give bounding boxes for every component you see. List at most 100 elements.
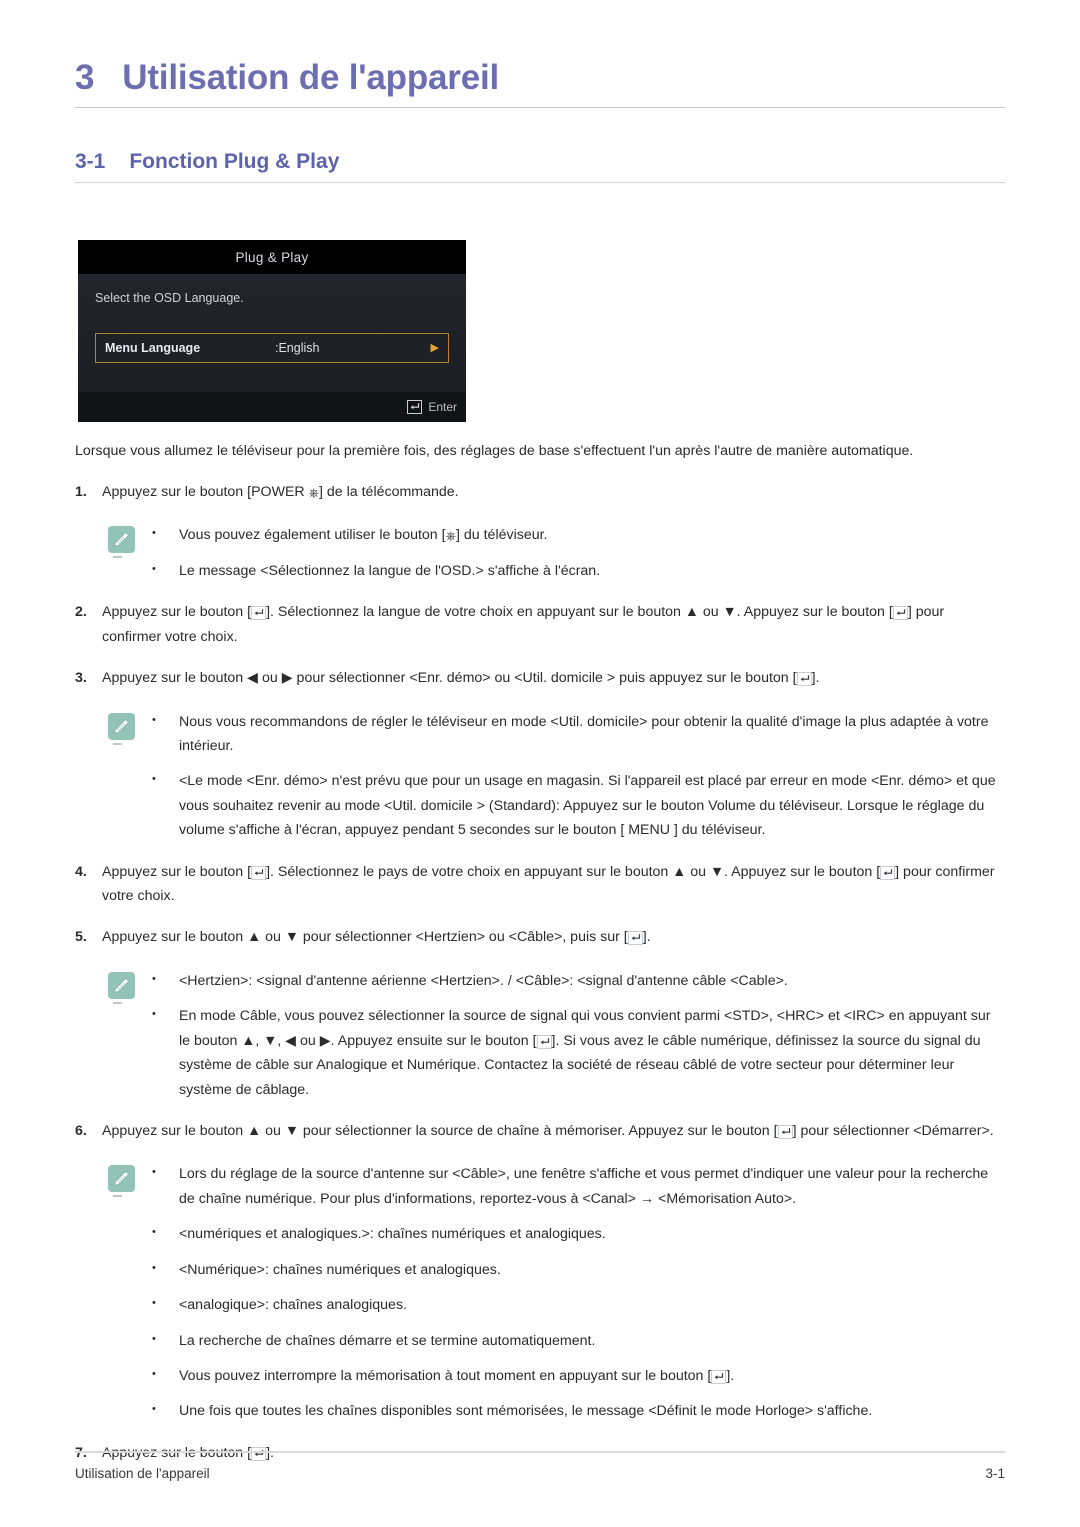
list-item: • Une fois que toutes les chaînes dispon…: [152, 1399, 1005, 1423]
bullet-dot-icon: •: [152, 1403, 156, 1416]
list-item: • <analogique>: chaînes analogiques.: [152, 1293, 1005, 1317]
bullet-text: Lors du réglage de la source d'antenne s…: [179, 1166, 989, 1207]
right-triangle-icon: ▶: [430, 341, 439, 354]
section-title-text: Fonction Plug & Play: [129, 150, 340, 173]
bullet-text: La recherche de chaînes démarre et se te…: [179, 1332, 596, 1349]
step-number: 1.: [75, 484, 87, 500]
step-3: 3. Appuyez sur le bouton ◀ ou ▶ pour sél…: [75, 666, 1005, 690]
footer-section-label: Utilisation de l'appareil: [75, 1466, 210, 1481]
bullet-text: Nous vous recommandons de régler le télé…: [179, 713, 989, 754]
note-block-2: • Nous vous recommandons de régler le té…: [108, 710, 1005, 843]
bullet-text: En mode Câble, vous pouvez sélectionner …: [179, 1008, 991, 1098]
osd-row-value: :English: [275, 341, 320, 355]
step-text: Appuyez sur le bouton ◀ ou ▶ pour sélect…: [102, 670, 820, 687]
list-item: • <Numérique>: chaînes numériques et ana…: [152, 1258, 1005, 1282]
step-text: Appuyez sur le bouton []. Sélectionnez l…: [102, 863, 995, 905]
page-title: Utilisation de l'appareil: [122, 58, 500, 97]
bullet-dot-icon: •: [152, 562, 156, 575]
bullet-dot-icon: •: [152, 773, 156, 786]
chapter-heading: 3 Utilisation de l'appareil: [75, 0, 1005, 98]
list-item: • Vous pouvez interrompre la mémorisatio…: [152, 1364, 1005, 1388]
enter-key-icon: [627, 931, 643, 946]
enter-key-icon: [711, 1369, 727, 1384]
section-divider: [75, 182, 1005, 183]
bullet-dot-icon: •: [152, 1261, 156, 1274]
osd-prompt-text: Select the OSD Language.: [95, 291, 244, 305]
note-block-3: • <Hertzien>: <signal d'antenne aérienne…: [108, 969, 1005, 1102]
bullet-dot-icon: •: [152, 1226, 156, 1239]
enter-key-icon: [796, 672, 812, 687]
bullet-dot-icon: •: [152, 972, 156, 985]
section-number: 3-1: [75, 150, 106, 173]
section-heading: 3-1 Fonction Plug & Play: [75, 150, 1005, 174]
enter-key-icon: [407, 400, 423, 414]
step-1: 1. Appuyez sur le bouton [POWER ⎈] de la…: [75, 480, 1005, 504]
step-number: 4.: [75, 863, 87, 880]
step-text: Appuyez sur le bouton []. Sélectionnez l…: [102, 604, 945, 645]
step-number: 6.: [75, 1123, 87, 1140]
step-2: 2. Appuyez sur le bouton []. Sélectionne…: [75, 600, 1005, 649]
bullet-text: Vous pouvez interrompre la mémorisation …: [179, 1367, 735, 1384]
list-item: • Le message <Sélectionnez la langue de …: [152, 559, 1005, 583]
power-icon: ⎈: [308, 485, 320, 500]
bullet-dot-icon: •: [152, 1367, 156, 1380]
note-pencil-icon: [108, 1165, 135, 1198]
step-number: 3.: [75, 670, 87, 687]
bullet-dot-icon: •: [152, 1332, 156, 1345]
note-bullet-list: • Vous pouvez également utiliser le bout…: [152, 523, 1005, 583]
enter-key-icon: [251, 865, 267, 880]
osd-row-label: Menu Language: [105, 341, 201, 355]
note-extra-bullet-list: • <numériques et analogiques.>: chaînes …: [152, 1222, 1005, 1424]
step-text-before: Appuyez sur le bouton [POWER: [102, 484, 309, 500]
osd-screenshot: Plug & Play Select the OSD Language. Men…: [78, 240, 466, 422]
document-page: 3 Utilisation de l'appareil 3-1 Fonction…: [0, 0, 1080, 1527]
osd-figure: Plug & Play Select the OSD Language. Men…: [78, 240, 466, 422]
bullet-text: Vous pouvez également utiliser le bouton…: [179, 527, 548, 544]
step-4: 4. Appuyez sur le bouton []. Sélectionne…: [75, 860, 1005, 909]
bullet-dot-icon: •: [152, 713, 156, 726]
list-item: • <numériques et analogiques.>: chaînes …: [152, 1222, 1005, 1246]
bullet-dot-icon: •: [152, 527, 156, 540]
note-block-4: • Lors du réglage de la source d'antenne…: [108, 1162, 1005, 1211]
note-block-1: • Vous pouvez également utiliser le bout…: [108, 523, 1005, 583]
bullet-dot-icon: •: [152, 1166, 156, 1179]
chapter-number: 3: [75, 58, 95, 97]
list-item: • En mode Câble, vous pouvez sélectionne…: [152, 1004, 1005, 1102]
list-item: • La recherche de chaînes démarre et se …: [152, 1329, 1005, 1353]
note-pencil-icon: [108, 971, 135, 1004]
list-item: • Lors du réglage de la source d'antenne…: [152, 1162, 1005, 1211]
bullet-text: <Hertzien>: <signal d'antenne aérienne <…: [179, 972, 788, 989]
bullet-text: <Le mode <Enr. démo> n'est prévu que pou…: [179, 773, 996, 839]
step-text: Appuyez sur le bouton ▲ ou ▼ pour sélect…: [102, 1123, 994, 1140]
step-text: Appuyez sur le bouton ▲ ou ▼ pour sélect…: [102, 929, 651, 946]
step-6: 6. Appuyez sur le bouton ▲ ou ▼ pour sél…: [75, 1119, 1005, 1143]
enter-key-icon: [251, 606, 267, 621]
enter-key-icon: [777, 1125, 793, 1140]
osd-enter-label: Enter: [428, 400, 457, 414]
enter-key-icon: [536, 1034, 552, 1049]
power-icon: ⎈: [445, 528, 456, 544]
osd-body: Select the OSD Language. Menu Language :…: [78, 274, 466, 392]
osd-title: Plug & Play: [235, 249, 309, 265]
list-item: • <Le mode <Enr. démo> n'est prévu que p…: [152, 769, 1005, 842]
note-bullet-list: • <Hertzien>: <signal d'antenne aérienne…: [152, 969, 1005, 1102]
note-bullet-list: • Nous vous recommandons de régler le té…: [152, 710, 1005, 843]
note-bullet-list: • Lors du réglage de la source d'antenne…: [152, 1162, 1005, 1211]
bullet-dot-icon: •: [152, 1297, 156, 1310]
bullet-text: Le message <Sélectionnez la langue de l'…: [179, 562, 601, 579]
note-pencil-icon: [108, 526, 135, 559]
osd-menu-language-row[interactable]: Menu Language :English ▶: [95, 333, 449, 363]
enter-key-icon: [880, 865, 896, 880]
step-5: 5. Appuyez sur le bouton ▲ ou ▼ pour sél…: [75, 925, 1005, 949]
note-pencil-icon: [108, 712, 135, 745]
footer-row: Utilisation de l'appareil 3-1: [75, 1453, 1005, 1481]
bullet-text: Une fois que toutes les chaînes disponib…: [179, 1403, 873, 1420]
bullet-dot-icon: •: [152, 1008, 156, 1021]
bullet-text: <numériques et analogiques.>: chaînes nu…: [179, 1226, 606, 1243]
list-item: • Nous vous recommandons de régler le té…: [152, 710, 1005, 759]
step-text-after: ] de la télécommande.: [319, 484, 459, 500]
intro-paragraph: Lorsque vous allumez le téléviseur pour …: [75, 443, 914, 459]
step-number: 5.: [75, 929, 87, 946]
footer-page-number: 3-1: [985, 1466, 1005, 1481]
bullet-text: <Numérique>: chaînes numériques et analo…: [179, 1261, 501, 1278]
